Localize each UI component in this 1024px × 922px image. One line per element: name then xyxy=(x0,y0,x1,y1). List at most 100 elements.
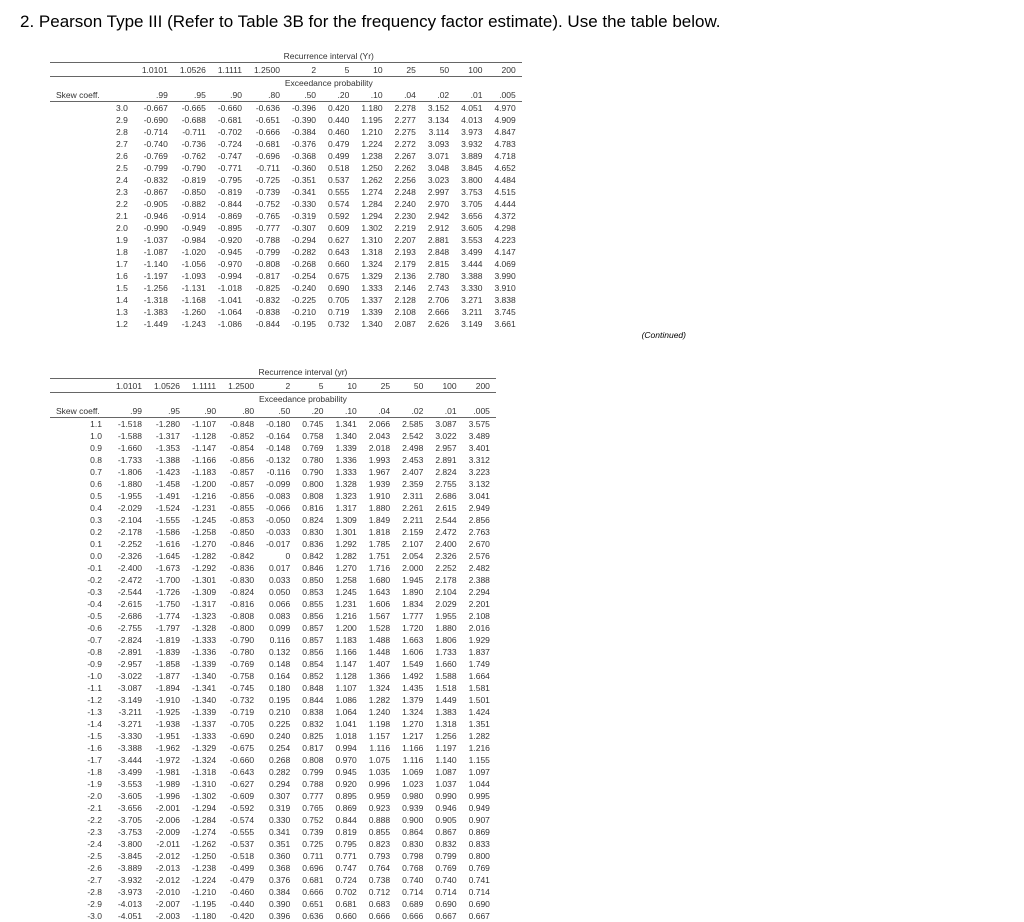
cell: -1.660 xyxy=(110,442,148,454)
cell: -1.877 xyxy=(148,670,186,682)
cell: 0.758 xyxy=(296,430,329,442)
table-row: -2.5-3.845-2.012-1.250-0.5180.3600.7110.… xyxy=(50,850,496,862)
skew-value: 0.8 xyxy=(50,454,110,466)
cell: 0.888 xyxy=(363,814,396,826)
cell: 2.207 xyxy=(389,234,422,246)
cell: 1.581 xyxy=(463,682,496,694)
cell: 0.643 xyxy=(322,246,355,258)
cell: 1.198 xyxy=(363,718,396,730)
cell: -0.651 xyxy=(248,114,286,126)
cell: 2.763 xyxy=(463,526,496,538)
cell: 0.667 xyxy=(429,910,462,922)
col-header: .01 xyxy=(429,405,462,418)
cell: -0.499 xyxy=(222,862,260,874)
cell: -3.800 xyxy=(110,838,148,850)
cell: -0.824 xyxy=(222,586,260,598)
cell: 1.318 xyxy=(429,718,462,730)
col-header: .04 xyxy=(363,405,396,418)
cell: 0.690 xyxy=(429,898,462,910)
cell: -1.341 xyxy=(186,682,222,694)
cell: -0.705 xyxy=(222,718,260,730)
cell: 0.844 xyxy=(330,814,363,826)
table-row: -1.5-3.330-1.951-1.333-0.6900.2400.8251.… xyxy=(50,730,496,742)
cell: -0.869 xyxy=(212,210,248,222)
cell: -0.360 xyxy=(286,162,322,174)
cell: 1.183 xyxy=(330,634,363,646)
cell: 0.769 xyxy=(463,862,496,874)
cell: -2.472 xyxy=(110,574,148,586)
cell: -0.696 xyxy=(248,150,286,162)
cell: 2.453 xyxy=(396,454,429,466)
cell: 1.292 xyxy=(330,538,363,550)
cell: 0.895 xyxy=(330,790,363,802)
skew-value: -0.3 xyxy=(50,586,110,598)
col-header: 1.0101 xyxy=(136,63,174,77)
cell: -1.989 xyxy=(148,778,186,790)
cell: 2.498 xyxy=(396,442,429,454)
cell: -0.390 xyxy=(286,114,322,126)
cell: 0.307 xyxy=(260,790,296,802)
cell: 0.816 xyxy=(296,502,329,514)
cell: 0.719 xyxy=(322,306,355,318)
exceedance-header: Exceedance probability xyxy=(136,77,522,90)
cell: 0.848 xyxy=(296,682,329,694)
cell: 2.542 xyxy=(396,430,429,442)
cell: 0.996 xyxy=(363,778,396,790)
cell: 0.050 xyxy=(260,586,296,598)
cell: -0.771 xyxy=(212,162,248,174)
cell: -1.324 xyxy=(186,754,222,766)
table-row: -2.1-3.656-2.001-1.294-0.5920.3190.7650.… xyxy=(50,802,496,814)
col-header: .20 xyxy=(296,405,329,418)
col-header: 1.0526 xyxy=(174,63,212,77)
table-row: -2.8-3.973-2.010-1.210-0.4600.3840.6660.… xyxy=(50,886,496,898)
table-row: -1.8-3.499-1.981-1.318-0.6430.2820.7990.… xyxy=(50,766,496,778)
cell: 0.099 xyxy=(260,622,296,634)
cell: 1.116 xyxy=(396,754,429,766)
cell: 3.990 xyxy=(488,270,521,282)
table-row: -0.2-2.472-1.700-1.301-0.8300.0330.8501.… xyxy=(50,574,496,586)
cell: 2.278 xyxy=(389,102,422,115)
cell: 0.780 xyxy=(296,454,329,466)
cell: 3.223 xyxy=(463,466,496,478)
cell: -0.660 xyxy=(212,102,248,115)
cell: -1.449 xyxy=(136,318,174,330)
cell: 1.147 xyxy=(330,658,363,670)
cell: 1.945 xyxy=(396,574,429,586)
cell: 4.847 xyxy=(488,126,521,138)
cell: -0.440 xyxy=(222,898,260,910)
table-row: 2.7-0.740-0.736-0.724-0.681-0.3760.4791.… xyxy=(50,138,522,150)
cell: 0.739 xyxy=(296,826,329,838)
table-row: 1.0-1.588-1.317-1.128-0.852-0.1640.7581.… xyxy=(50,430,496,442)
table-row: -3.0-4.051-2.003-1.180-0.4200.3960.6360.… xyxy=(50,910,496,922)
cell: 0.740 xyxy=(429,874,462,886)
cell: 1.216 xyxy=(330,610,363,622)
cell: -3.211 xyxy=(110,706,148,718)
cell: -0.099 xyxy=(260,478,296,490)
cell: -0.867 xyxy=(136,186,174,198)
cell: 2.544 xyxy=(429,514,462,526)
col-header: 1.1111 xyxy=(186,379,222,393)
cell: -0.777 xyxy=(248,222,286,234)
cell: 0.712 xyxy=(363,886,396,898)
cell: -1.086 xyxy=(212,318,248,330)
cell: 3.753 xyxy=(455,186,488,198)
cell: 2.576 xyxy=(463,550,496,562)
cell: 1.324 xyxy=(355,258,388,270)
skew-value: -0.5 xyxy=(50,610,110,622)
cell: 1.337 xyxy=(355,294,388,306)
skew-value: 2.3 xyxy=(110,186,136,198)
cell: -1.806 xyxy=(110,466,148,478)
cell: 0.724 xyxy=(330,874,363,886)
cell: 1.567 xyxy=(363,610,396,622)
cell: -1.064 xyxy=(212,306,248,318)
cell: 1.035 xyxy=(363,766,396,778)
cell: 0.846 xyxy=(296,562,329,574)
cell: 2.193 xyxy=(389,246,422,258)
cell: 1.333 xyxy=(330,466,363,478)
skew-value: 1.5 xyxy=(110,282,136,294)
cell: 0.765 xyxy=(296,802,329,814)
cell: -0.984 xyxy=(174,234,212,246)
cell: 1.309 xyxy=(330,514,363,526)
cell: 0.660 xyxy=(322,258,355,270)
cell: 4.783 xyxy=(488,138,521,150)
